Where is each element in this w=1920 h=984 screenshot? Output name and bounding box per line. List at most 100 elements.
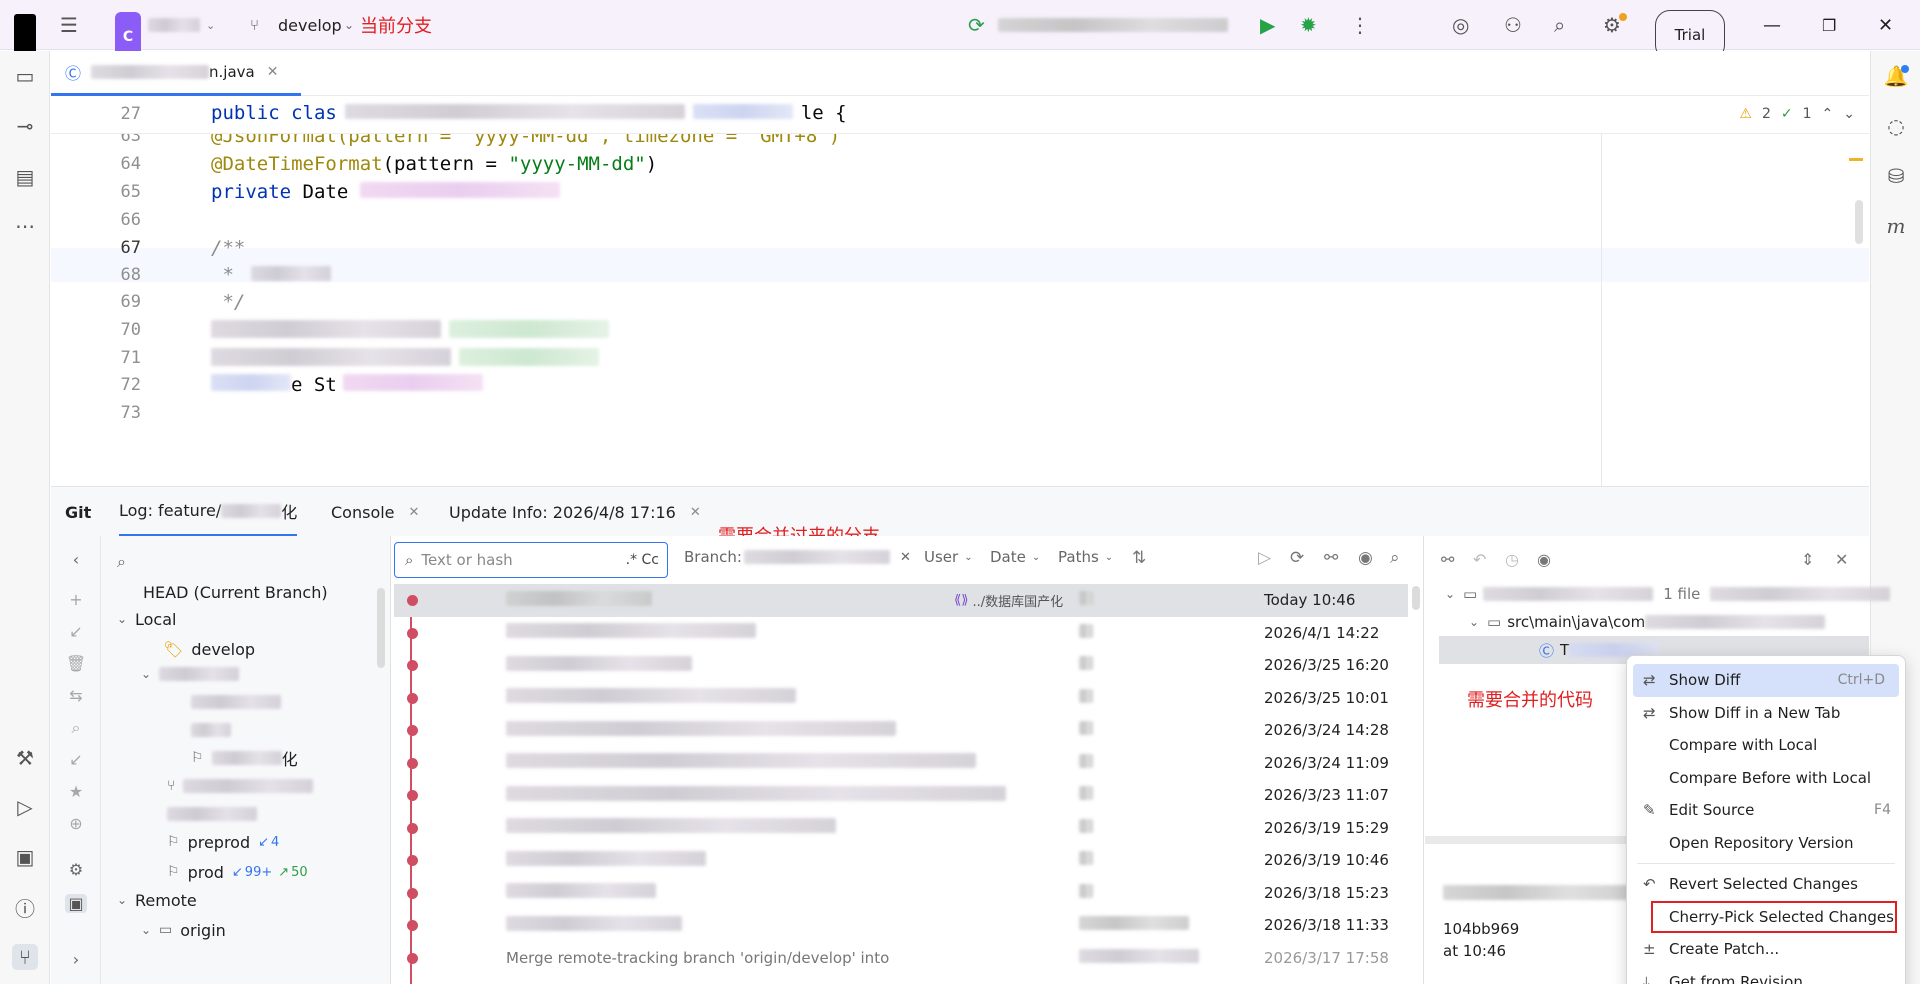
search-icon[interactable]: ⌕ (1390, 548, 1400, 568)
update-icon[interactable]: ↙ (65, 622, 87, 641)
branch-item[interactable] (191, 716, 231, 744)
branch-group-folder[interactable]: ⌄ (141, 660, 239, 688)
editor-tab[interactable]: Ⓒ n.java ✕ (51, 51, 301, 96)
expand-all-icon[interactable]: ⇕ (1801, 550, 1814, 569)
tab-console[interactable]: Console ✕ (331, 487, 419, 537)
branch-item[interactable] (167, 800, 257, 828)
branch-item[interactable]: ⚐ 化 (191, 744, 298, 772)
branch-prod[interactable]: ⚐ prod ↙ 99+ ↗ 50 (167, 858, 308, 886)
branch-item[interactable]: ⑂ (167, 772, 314, 800)
date-filter[interactable]: Date ⌄ (990, 548, 1040, 566)
structure-icon[interactable]: ▤ (12, 164, 38, 190)
build-hammer-icon[interactable]: ⚒ (12, 745, 38, 771)
commit-icon[interactable]: ⊸ (12, 113, 38, 139)
new-branch-icon[interactable]: + (65, 590, 87, 609)
menu-open-repository-version[interactable]: Open Repository Version (1627, 827, 1905, 860)
commit-row[interactable]: 2026/3/18 11:33 (394, 909, 1408, 942)
compare-icon[interactable]: ⇆ (65, 686, 87, 705)
warning-marker[interactable] (1849, 158, 1863, 161)
revert-icon[interactable]: ↶ (1473, 550, 1486, 569)
collapse-all-icon[interactable]: ✕ (1835, 550, 1848, 569)
inspection-widget[interactable]: ⚠ 2 ✓ 1 ⌃ ⌄ (1739, 106, 1855, 122)
project-selector[interactable]: ⌄ (148, 0, 215, 50)
run-configuration-selector[interactable] (998, 0, 1238, 50)
branch-preprod[interactable]: ⚐ preprod ↙ 4 (167, 828, 279, 856)
branch-head[interactable]: HEAD (Current Branch) (143, 578, 328, 606)
run-icon[interactable]: ▷ (1258, 548, 1271, 568)
history-icon[interactable]: ◷ (1505, 550, 1519, 569)
cherry-pick-icon[interactable]: ⚯ (1441, 550, 1454, 569)
settings-gear-icon[interactable]: ⚙ (1603, 0, 1621, 50)
fetch-icon[interactable]: ↙ (65, 750, 87, 769)
database-icon[interactable]: ⛁ (1883, 163, 1909, 189)
log-scrollbar[interactable] (1412, 586, 1420, 610)
services-icon[interactable]: ▷ (12, 794, 38, 820)
search-options[interactable]: .* Cc (626, 552, 659, 568)
menu-edit-source[interactable]: ✎ Edit Source F4 (1627, 794, 1905, 827)
close-tab-icon[interactable]: ✕ (690, 505, 701, 520)
sort-icon[interactable]: ⇅ (1132, 548, 1146, 568)
commit-row[interactable]: 2026/3/25 16:20 (394, 649, 1408, 682)
ai-chat-icon[interactable]: ◌ (1883, 113, 1909, 139)
project-folder-icon[interactable]: ▭ (12, 63, 38, 89)
add-user-icon[interactable]: ⚇ (1504, 0, 1522, 50)
commit-row[interactable]: 2026/3/18 15:23 (394, 877, 1408, 910)
eye-icon[interactable]: ◉ (1358, 548, 1373, 568)
commit-row[interactable]: 2026/3/25 10:01 (394, 682, 1408, 715)
settings-gear-icon[interactable]: ⚙ (65, 860, 87, 879)
branch-group-remote[interactable]: ⌄ Remote (117, 886, 197, 914)
search-icon[interactable]: ⌕ (117, 552, 126, 572)
debug-icon[interactable]: ✹ (1300, 0, 1317, 50)
chevron-down-icon[interactable]: ⌄ (344, 0, 354, 50)
tab-update-info[interactable]: Update Info: 2026/4/8 17:16 ✕ (449, 487, 701, 537)
commit-row[interactable]: 2026/3/24 14:28 (394, 714, 1408, 747)
menu-revert-selected-changes[interactable]: ↶ Revert Selected Changes (1627, 868, 1905, 901)
close-icon[interactable]: ✕ (1878, 0, 1893, 50)
favorite-star-icon[interactable]: ★ (65, 782, 87, 801)
refresh-icon[interactable]: ⟳ (1290, 548, 1304, 568)
menu-show-diff-new-tab[interactable]: ⇄ Show Diff in a New Tab (1627, 697, 1905, 730)
more-actions-icon[interactable]: ⋮ (1350, 0, 1370, 50)
terminal-icon[interactable]: ▣ (12, 844, 38, 870)
tab-log[interactable]: Log: feature/化 (119, 487, 298, 537)
editor-scrollbar[interactable] (1855, 200, 1863, 244)
more-tools-icon[interactable]: ⋯ (12, 213, 38, 239)
menu-create-patch[interactable]: ± Create Patch... (1627, 933, 1905, 966)
problems-icon[interactable]: ⓘ (12, 894, 38, 921)
commit-row[interactable]: 2026/3/24 11:09 (394, 747, 1408, 780)
navigate-icon[interactable]: ⊕ (65, 814, 87, 833)
cherry-pick-icon[interactable]: ⚯ (1324, 548, 1338, 568)
search-icon[interactable]: ⌕ (1554, 0, 1565, 50)
branch-selector[interactable]: develop (278, 0, 342, 50)
changes-root[interactable]: ⌄ ▭ 1 file (1445, 580, 1891, 608)
commit-row[interactable]: 2026/3/19 15:29 (394, 812, 1408, 845)
git-icon[interactable]: ⑂ (12, 944, 38, 970)
menu-compare-before-with-local[interactable]: Compare Before with Local (1627, 762, 1905, 795)
commit-row[interactable]: 2026/3/23 11:07 (394, 779, 1408, 812)
commit-row[interactable]: 2026/3/19 10:46 (394, 844, 1408, 877)
branch-develop[interactable]: 🏷 develop (163, 635, 255, 663)
menu-compare-with-local[interactable]: Compare with Local (1627, 729, 1905, 762)
minimize-icon[interactable]: — (1763, 0, 1781, 50)
run-icon[interactable]: ▶ (1260, 0, 1275, 50)
menu-cherry-pick-selected-changes[interactable]: Cherry-Pick Selected Changes (1651, 900, 1897, 933)
branch-group-origin[interactable]: ⌄ ▭ origin (141, 916, 226, 944)
maven-icon[interactable]: m (1883, 213, 1909, 239)
branches-panel-icon[interactable]: ▣ (65, 894, 87, 913)
branch-group-local[interactable]: ⌄ Local (117, 605, 176, 633)
collapse-panel-icon[interactable]: ‹ (65, 550, 87, 569)
show-branch-icon[interactable]: ⌕ (65, 718, 87, 738)
paths-filter[interactable]: Paths ⌄ (1058, 548, 1113, 566)
eye-icon[interactable]: ◉ (1537, 550, 1551, 569)
branch-item[interactable] (191, 688, 281, 716)
main-menu-icon[interactable]: ☰ (60, 0, 84, 50)
commit-hash[interactable]: 104bb969 (1443, 920, 1519, 938)
menu-get-from-revision[interactable]: ⤓ Get from Revision (1627, 966, 1905, 984)
commit-row[interactable]: 2026/4/1 14:22 (394, 617, 1408, 650)
menu-show-diff[interactable]: ⇄ Show Diff Ctrl+D (1633, 664, 1899, 697)
close-tab-icon[interactable]: ✕ (409, 505, 420, 520)
log-search-input[interactable]: ⌕ Text or hash .* Cc (394, 542, 668, 578)
commit-row[interactable]: Merge remote-tracking branch 'origin/dev… (394, 942, 1408, 975)
changes-folder[interactable]: ⌄ ▭ src\main\java\com (1469, 608, 1826, 636)
branch-filter[interactable]: Branch: ✕ (684, 548, 911, 566)
